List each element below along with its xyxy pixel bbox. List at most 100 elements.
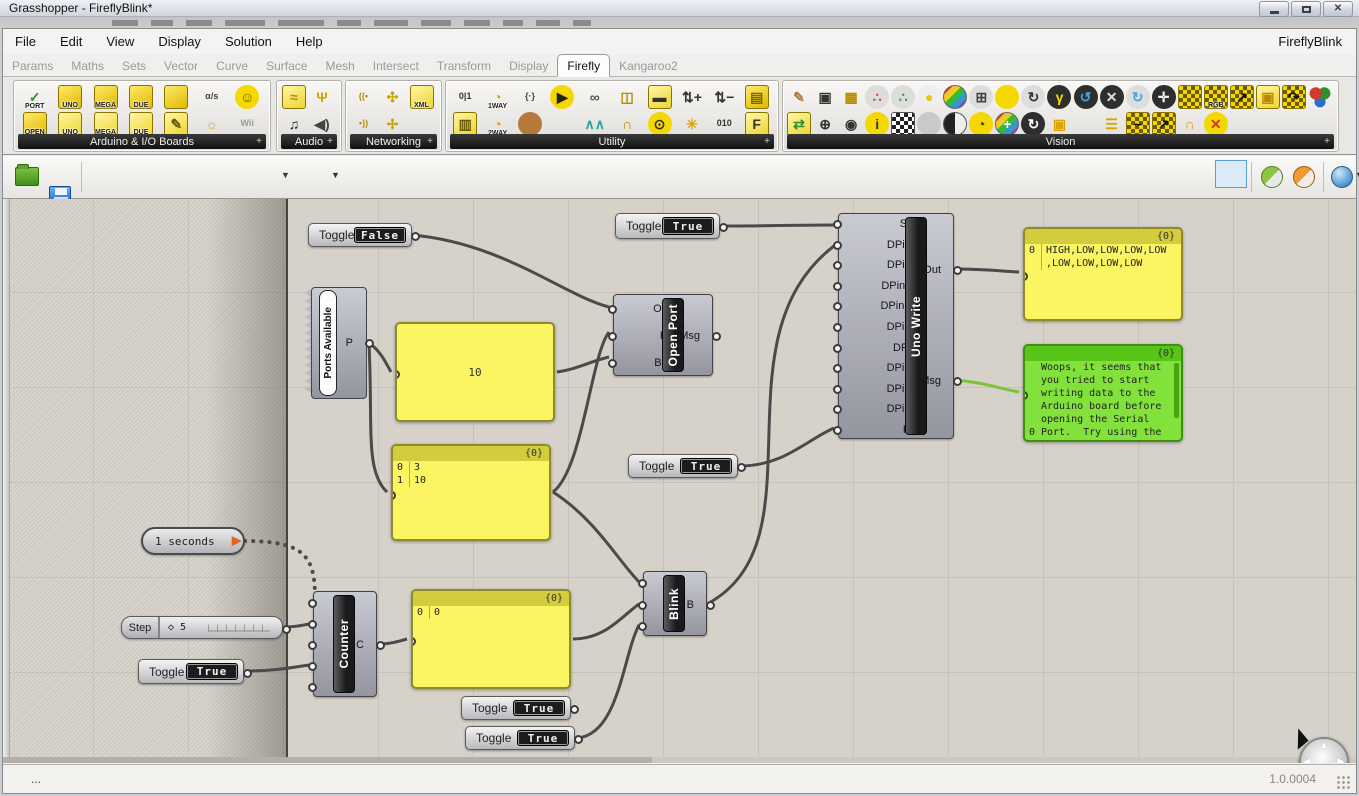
input-nub[interactable] (833, 405, 842, 415)
panel-message[interactable]: {0} Woops, it seems that you tried to star… (1023, 344, 1183, 442)
expand-icon[interactable]: ✛ (1151, 84, 1176, 109)
output-nub[interactable] (574, 735, 583, 744)
menu-solution[interactable]: Solution (213, 29, 284, 54)
dot-frame-icon[interactable]: ▣ (1047, 112, 1071, 136)
snake-checker-icon[interactable]: ~ (1125, 111, 1150, 136)
input-nub[interactable] (833, 364, 842, 374)
ball-spot-icon[interactable] (917, 111, 942, 136)
remap-icon[interactable]: ◫ (615, 85, 639, 109)
slider-track[interactable] (208, 624, 270, 631)
input-nub[interactable] (833, 281, 842, 291)
input-nub[interactable] (833, 425, 842, 435)
toggle-value[interactable]: True (662, 217, 714, 235)
serial-string-icon[interactable]: α/s (200, 85, 224, 109)
output-nub[interactable] (411, 232, 420, 241)
rgb-balls-icon[interactable] (1307, 84, 1332, 109)
panel-count[interactable]: {0} 0 0 (411, 589, 571, 689)
uno-write[interactable]: StartDPin13DPin12DPin11~DPin10~DPin9~DPi… (833, 213, 962, 439)
output-nub[interactable] (737, 463, 746, 472)
constrain-icon[interactable]: ∞ (583, 85, 607, 109)
toggle-true-bottom1[interactable]: Toggle True (461, 696, 579, 720)
input-nub[interactable] (638, 622, 647, 632)
input-nub[interactable] (638, 578, 647, 588)
stopwatch-icon[interactable]: ⊙ (647, 111, 672, 136)
group-green-icon[interactable] (1261, 166, 1283, 188)
xml-search-icon[interactable]: XML (409, 84, 434, 109)
menu-file[interactable]: File (3, 29, 48, 54)
toggle-true-mid[interactable]: Toggle True (628, 454, 746, 478)
box-project-icon[interactable]: ▣ (1255, 84, 1280, 109)
mega-read-icon[interactable]: MEGA (93, 84, 118, 109)
timer-interval[interactable]: 1 seconds ▶ (141, 527, 245, 555)
blink[interactable]: PSRBlinkB (638, 571, 715, 636)
smooth-icon[interactable]: {·} (518, 85, 542, 109)
gaussian-icon[interactable]: ∩ (615, 112, 639, 136)
tab-mesh[interactable]: Mesh (316, 55, 363, 76)
definition-canvas[interactable]: Toggle False Toggle True Ports Available P 10 O… (3, 199, 1356, 763)
webcam-icon[interactable]: ◉ (839, 112, 863, 136)
link-dots-icon[interactable]: ∴ (891, 84, 916, 109)
input-nub[interactable] (833, 343, 842, 353)
checker-flag-icon[interactable] (1177, 84, 1202, 109)
frame-icon[interactable]: ⊞ (969, 84, 994, 109)
toggle-value[interactable]: True (513, 700, 565, 716)
keyboard-key-icon[interactable]: F (744, 111, 769, 136)
sliders-add-icon[interactable]: ⇅+ (680, 85, 704, 109)
playback-icon[interactable]: ▶ (550, 84, 575, 109)
data-log-icon[interactable]: ▤ (744, 84, 769, 109)
ports-available[interactable]: Ports Available P (305, 287, 374, 399)
udp-send-icon[interactable]: •)) (352, 112, 376, 136)
input-nub[interactable] (393, 490, 396, 500)
generic-write-icon[interactable]: ✎ (164, 111, 189, 136)
panel-values[interactable]: {0} 0 3 1 10 (391, 444, 551, 541)
trigger-icon[interactable]: ✳ (680, 112, 704, 136)
vector2-checker-icon[interactable]: ↗ (1151, 111, 1176, 136)
component-name-capsule[interactable]: Blink (663, 575, 685, 632)
toggle-value[interactable]: True (186, 663, 238, 680)
happy-face-icon[interactable]: ☺ (235, 84, 260, 109)
rotate-icon[interactable]: ↻ (1125, 84, 1150, 109)
blue-sphere-icon[interactable] (1331, 166, 1353, 188)
resize-grip[interactable] (1336, 775, 1350, 789)
input-nub[interactable] (413, 637, 416, 646)
minimize-button[interactable] (1259, 1, 1289, 17)
input-nub[interactable] (833, 220, 842, 230)
network-share-icon[interactable]: ✢ (381, 112, 405, 136)
toggle-value[interactable]: False (354, 227, 406, 243)
flock-icon[interactable]: ∧∧ (583, 112, 607, 136)
input-nub[interactable] (833, 384, 842, 394)
due-read-icon[interactable]: DUE (128, 84, 153, 109)
droplet-icon[interactable]: ● (917, 84, 942, 109)
tab-firefly[interactable]: Firefly (557, 54, 611, 77)
param-name-capsule[interactable]: Ports Available (319, 290, 337, 396)
group-expand-icon[interactable]: + (256, 136, 262, 147)
twoway-gauge-icon[interactable]: ◔ 2WAY (486, 112, 510, 137)
stop-motion-icon[interactable]: ▬ (647, 84, 672, 109)
input-nub[interactable] (833, 302, 842, 312)
input-nub[interactable] (608, 359, 617, 369)
state-detect-icon[interactable]: 0|1 (453, 85, 477, 109)
bits-icon[interactable]: 010 (712, 112, 736, 136)
component-name-capsule[interactable]: Counter (333, 595, 355, 693)
image-swap-icon[interactable]: ⇄ (787, 111, 812, 136)
output-nub[interactable] (376, 641, 385, 650)
output-nub[interactable] (570, 705, 579, 714)
mega-write-icon[interactable]: MEGA (93, 111, 118, 136)
open-port[interactable]: OpenPortBaudOpen PortMsg (608, 294, 721, 376)
speaker-icon[interactable]: ◀) (310, 112, 334, 136)
output-nub[interactable] (719, 223, 728, 232)
maximize-button[interactable] (1291, 1, 1321, 17)
input-nub[interactable] (308, 683, 317, 693)
tab-curve[interactable]: Curve (207, 55, 257, 76)
tab-transform[interactable]: Transform (428, 55, 500, 76)
udp-receive-icon[interactable]: ((• (352, 85, 376, 109)
menu-display[interactable]: Display (146, 29, 213, 54)
output-nub[interactable] (706, 600, 715, 610)
input-nub[interactable] (308, 598, 317, 608)
info-icon[interactable]: i (865, 111, 890, 136)
config-icon[interactable]: ☼ (200, 112, 224, 136)
oneway-gauge-icon[interactable]: ◔ 1WAY (486, 85, 510, 110)
hue-wheel-icon[interactable] (943, 84, 968, 109)
wii-icon[interactable]: Wii (235, 112, 259, 136)
sphere-menu-chevron-icon[interactable]: ▼ (1355, 164, 1359, 180)
